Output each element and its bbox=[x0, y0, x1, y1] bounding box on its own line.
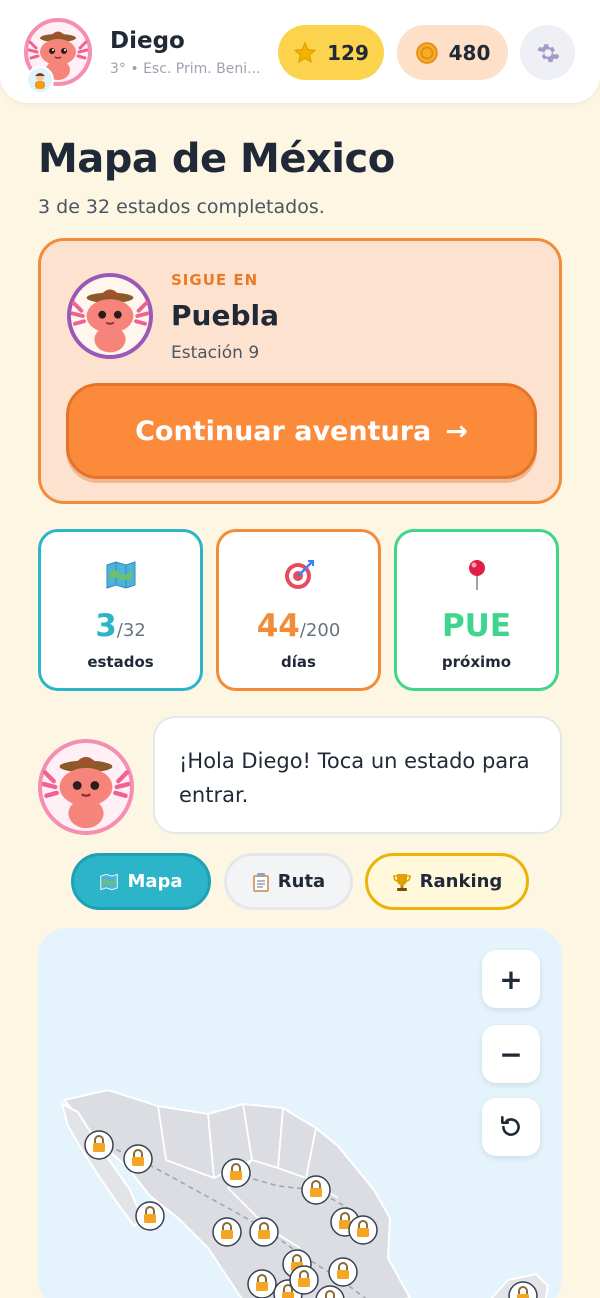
state-marker-locked[interactable] bbox=[212, 1217, 242, 1247]
axolotl-icon bbox=[70, 289, 150, 353]
states-total: /32 bbox=[116, 620, 146, 641]
stat-days: 44/200 días bbox=[216, 529, 381, 691]
gear-icon bbox=[536, 43, 559, 62]
stars-value: 129 bbox=[327, 40, 369, 65]
user-avatar[interactable] bbox=[24, 18, 92, 94]
state-marker-locked[interactable] bbox=[247, 1269, 277, 1298]
days-total: /200 bbox=[299, 620, 341, 641]
state-marker-locked[interactable] bbox=[249, 1217, 279, 1247]
arrow-right-icon: → bbox=[445, 415, 468, 447]
user-name: Diego bbox=[110, 28, 185, 54]
current-station: Estación 9 bbox=[171, 343, 260, 363]
continue-card: SIGUE EN Puebla Estación 9 Continuar ave… bbox=[38, 238, 562, 504]
progress-subtitle: 3 de 32 estados completados. bbox=[38, 196, 325, 218]
coins-value: 480 bbox=[448, 40, 491, 65]
reset-icon bbox=[501, 1115, 520, 1136]
speech-bubble: ¡Hola Diego! Toca un estado para entrar. bbox=[153, 716, 562, 834]
tab-route-label: Ruta bbox=[277, 871, 326, 892]
zoom-out-button[interactable]: − bbox=[482, 1025, 540, 1083]
pin-icon bbox=[397, 558, 556, 594]
continue-label: SIGUE EN bbox=[171, 271, 259, 289]
top-bar: Diego 3° • Esc. Prim. Beni... 129 480 bbox=[0, 0, 600, 103]
days-value: 44/200 bbox=[219, 608, 378, 644]
next-label: próximo bbox=[441, 653, 512, 671]
stat-states: 3/32 estados bbox=[38, 529, 203, 691]
tab-ranking-label: Ranking bbox=[419, 871, 503, 892]
state-marker-locked[interactable] bbox=[84, 1130, 114, 1160]
state-marker-locked[interactable] bbox=[301, 1175, 331, 1205]
state-marker-locked[interactable] bbox=[328, 1257, 358, 1287]
target-icon bbox=[219, 558, 378, 594]
next-state-code: PUE bbox=[441, 608, 512, 644]
states-value: 3/32 bbox=[41, 608, 200, 644]
states-count: 3 bbox=[95, 608, 117, 644]
days-count: 44 bbox=[256, 608, 300, 644]
zoom-in-button[interactable]: + bbox=[482, 950, 540, 1008]
next-value: PUE bbox=[397, 608, 556, 644]
mexico-map[interactable]: + − bbox=[38, 928, 562, 1298]
current-state: Puebla bbox=[171, 299, 279, 332]
days-label: días bbox=[281, 653, 316, 671]
clipboard-icon bbox=[252, 872, 269, 892]
state-marker-locked[interactable] bbox=[289, 1265, 319, 1295]
page-title: Mapa de México bbox=[38, 136, 395, 182]
state-marker-locked[interactable] bbox=[123, 1144, 153, 1174]
state-marker-locked[interactable] bbox=[135, 1201, 165, 1231]
reset-view-button[interactable] bbox=[482, 1098, 540, 1156]
tab-map[interactable]: Mapa bbox=[71, 853, 211, 910]
state-marker-locked[interactable] bbox=[348, 1215, 378, 1245]
mascot-avatar-speech bbox=[38, 739, 134, 835]
states-label: estados bbox=[87, 653, 154, 671]
map-icon bbox=[100, 873, 119, 890]
tab-route[interactable]: Ruta bbox=[224, 853, 353, 910]
coin-icon bbox=[415, 41, 438, 64]
stat-next: PUE próximo bbox=[394, 529, 559, 691]
coins-counter[interactable]: 480 bbox=[397, 25, 508, 80]
axolotl-icon bbox=[41, 756, 131, 829]
tab-map-label: Mapa bbox=[127, 871, 183, 892]
settings-button[interactable] bbox=[520, 25, 575, 80]
continue-button-label: Continuar aventura bbox=[135, 415, 432, 447]
child-icon bbox=[26, 66, 54, 94]
stars-counter[interactable]: 129 bbox=[278, 25, 384, 80]
state-marker-locked[interactable] bbox=[221, 1158, 251, 1188]
map-icon bbox=[41, 558, 200, 594]
star-icon bbox=[293, 41, 317, 63]
user-school: 3° • Esc. Prim. Beni... bbox=[110, 61, 261, 77]
continue-adventure-button[interactable]: Continuar aventura → bbox=[66, 383, 537, 479]
trophy-icon bbox=[392, 873, 411, 891]
tab-ranking[interactable]: Ranking bbox=[365, 853, 529, 910]
mascot-avatar bbox=[67, 273, 153, 359]
